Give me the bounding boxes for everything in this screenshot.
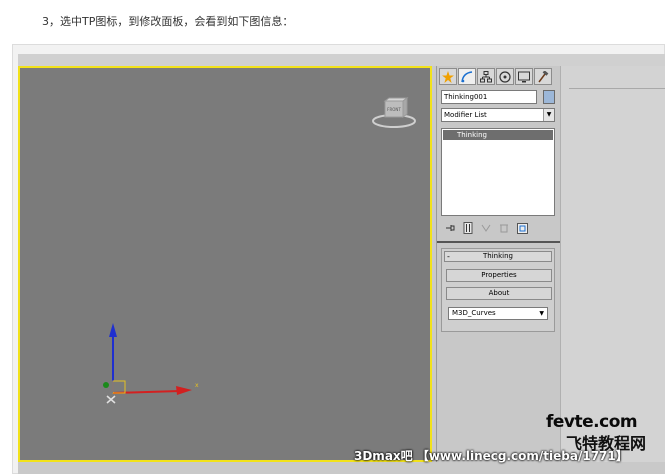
chevron-down-icon: ▼: [543, 109, 554, 121]
tab-utilities[interactable]: [534, 68, 552, 85]
motion-icon: [499, 70, 511, 83]
configure-sets-icon[interactable]: [516, 222, 528, 234]
view-cube-icon[interactable]: FRONT: [372, 96, 416, 130]
thinking-rollout: - Thinking Properties About M3D_Curves ▼: [441, 248, 555, 332]
x-axis-label: x: [195, 382, 199, 389]
object-name-field[interactable]: Thinking001: [441, 90, 537, 104]
modifier-list-label: Modifier List: [444, 111, 487, 119]
tab-create[interactable]: [439, 68, 457, 85]
top-strip: [18, 54, 665, 66]
rollout-collapse-icon: -: [447, 252, 450, 261]
z-axis-label: z: [111, 323, 114, 324]
view-cube-label: FRONT: [387, 107, 401, 112]
tab-hierarchy[interactable]: [477, 68, 495, 85]
about-button[interactable]: About: [446, 287, 552, 300]
max-application: FRONT z x: [18, 54, 665, 474]
pin-stack-icon[interactable]: [444, 222, 456, 234]
watermark-bottom: 3Dmax吧 【www.linecg.com/tieba/1771】: [354, 449, 628, 463]
secondary-panel: [560, 66, 665, 462]
show-end-result-icon[interactable]: [462, 222, 474, 234]
create-star-icon: [442, 70, 454, 83]
curves-dropdown-value: M3D_Curves: [452, 309, 496, 317]
make-unique-icon[interactable]: [480, 222, 492, 234]
utilities-hammer-icon: [538, 70, 549, 82]
plane-handle: [112, 380, 126, 394]
secondary-panel-line: [569, 88, 665, 89]
tutorial-caption: 3，选中TP图标，到修改面板，会看到如下图信息：: [42, 15, 294, 28]
tab-motion[interactable]: [496, 68, 514, 85]
command-panel-tabs: [439, 68, 552, 86]
command-panel: Thinking001 Modifier List ▼ Thinking - T…: [436, 66, 561, 462]
hierarchy-icon: [480, 70, 492, 82]
object-color-swatch[interactable]: [543, 90, 555, 104]
transform-gizmo[interactable]: z x: [100, 323, 205, 413]
remove-modifier-icon[interactable]: [498, 222, 510, 234]
curves-dropdown[interactable]: M3D_Curves ▼: [448, 307, 548, 320]
display-icon: [518, 71, 530, 82]
view-cube-side: [402, 97, 408, 118]
panel-divider: [437, 241, 561, 243]
watermark-site: fevte.com: [546, 412, 638, 432]
tab-display[interactable]: [515, 68, 533, 85]
z-axis-arrow: [109, 323, 117, 337]
pivot-dot: [103, 382, 109, 388]
properties-button[interactable]: Properties: [446, 269, 552, 282]
modify-curve-icon: [461, 70, 473, 82]
tab-modify[interactable]: [458, 68, 476, 85]
modifier-list-dropdown[interactable]: Modifier List ▼: [441, 108, 555, 122]
stack-item-thinking[interactable]: Thinking: [443, 130, 553, 140]
front-viewport[interactable]: FRONT z x: [18, 66, 432, 462]
rollout-title-bar[interactable]: - Thinking: [444, 251, 552, 262]
stack-toolbar: [441, 220, 555, 236]
rollout-title: Thinking: [483, 252, 513, 260]
x-axis-arrow: [176, 386, 192, 395]
modifier-stack: Thinking: [441, 128, 555, 216]
chevron-down-icon: ▼: [539, 310, 544, 317]
